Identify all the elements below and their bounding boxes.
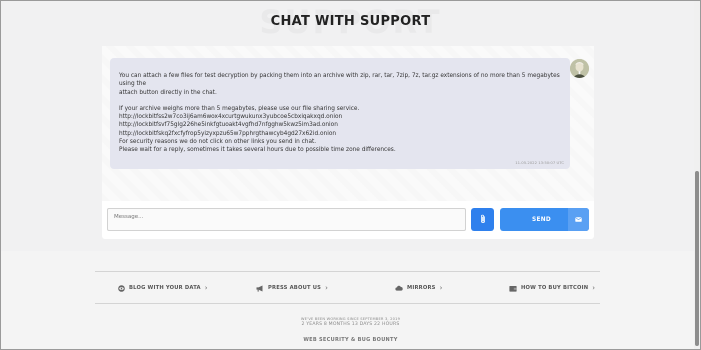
footer-link-blog[interactable]: BLOG WITH YOUR DATA › (118, 284, 208, 292)
footer-link-label: MIRRORS (407, 285, 436, 291)
message-line: If your archive weighs more than 5 megab… (119, 105, 360, 112)
message-input-row: SEND (102, 204, 594, 234)
attach-button[interactable] (471, 208, 494, 231)
working-since-text: WE'VE BEEN WORKING SINCE SEPTEMBER 3, 20… (300, 317, 401, 321)
footer-link-label: HOW TO BUY BITCOIN (521, 285, 589, 291)
footer-link-bitcoin[interactable]: HOW TO BUY BITCOIN › (509, 284, 595, 292)
message-line: http://lockbitfsvf75glg226he5inkfgtuoakt… (119, 122, 338, 129)
chevron-right-icon: › (439, 284, 443, 292)
footer-divider-top (95, 271, 600, 272)
chevron-right-icon: › (592, 284, 596, 292)
support-avatar (570, 59, 589, 78)
envelope-icon (568, 208, 589, 231)
chat-messages-area[interactable]: You can attach a few files for test decr… (102, 46, 594, 201)
send-button-label: SEND (532, 216, 551, 223)
message-timestamp: 11.05.2022 13:50:07 UTC (515, 160, 564, 165)
message-line: Please wait for a reply, sometimes it ta… (119, 147, 396, 154)
chevron-right-icon: › (204, 284, 208, 292)
footer-link-press[interactable]: PRESS ABOUT US › (256, 284, 328, 292)
footer-link-mirrors[interactable]: MIRRORS › (395, 284, 443, 292)
footer-link-label: PRESS ABOUT US (268, 285, 322, 291)
page-title: CHAT WITH SUPPORT (270, 14, 431, 29)
message-line: http://lockbitfskq2fxcfyfrop5yizyxpzu65w… (119, 130, 337, 137)
bug-bounty-link[interactable]: WEB SECURITY & BUG BOUNTY (1, 337, 700, 343)
uptime-counter: 2 YEARS 8 MONTHS 13 DAYS 22 HOURS (301, 322, 400, 327)
message-input[interactable] (107, 208, 466, 231)
support-message: You can attach a few files for test decr… (110, 58, 570, 169)
footer-link-label: BLOG WITH YOUR DATA (129, 285, 201, 291)
cloud-icon (395, 285, 403, 291)
send-button[interactable]: SEND (500, 208, 589, 231)
eye-icon (118, 284, 125, 292)
message-line: attach button directly in the chat. (119, 89, 217, 96)
message-line: http://lockbitfss2w7co3ij6am6wox4xcurtgw… (119, 114, 343, 121)
wallet-icon (509, 285, 517, 292)
message-line: For security reasons we do not click on … (119, 139, 317, 146)
chat-card: You can attach a few files for test decr… (102, 46, 594, 239)
chevron-right-icon: › (325, 284, 329, 292)
paperclip-icon (479, 212, 487, 227)
megaphone-icon (256, 285, 264, 292)
message-line: You can attach a few files for test decr… (119, 73, 560, 88)
footer-divider-bottom (95, 303, 600, 304)
